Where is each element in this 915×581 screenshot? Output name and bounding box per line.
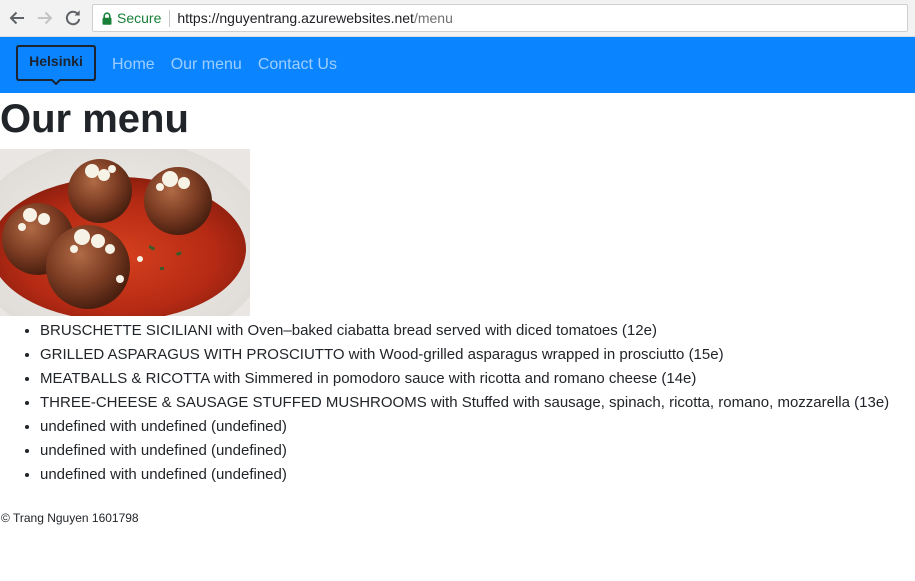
back-button[interactable] <box>6 7 28 29</box>
brand-name: Helsinki <box>29 53 83 69</box>
menu-item: GRILLED ASPARAGUS WITH PROSCIUTTO with W… <box>40 343 915 367</box>
nav-link-home[interactable]: Home <box>104 56 163 74</box>
menu-item: THREE-CHEESE & SAUSAGE STUFFED MUSHROOMS… <box>40 391 915 415</box>
url-path: /menu <box>413 10 453 26</box>
menu-list: BRUSCHETTE SICILIANI with Oven–baked cia… <box>0 319 915 487</box>
secure-label: Secure <box>117 10 162 26</box>
url-text[interactable]: https://nguyentrang.azurewebsites.net/me… <box>177 10 453 26</box>
forward-button[interactable] <box>34 7 56 29</box>
copyright-text: © Trang Nguyen 1601798 <box>1 511 139 525</box>
nav-link-contact-us[interactable]: Contact Us <box>250 56 345 74</box>
arrow-left-icon <box>9 11 24 25</box>
menu-item: undefined with undefined (undefined) <box>40 415 915 439</box>
browser-toolbar: Secure https://nguyentrang.azurewebsites… <box>0 0 915 37</box>
meatballs-photo <box>0 149 250 316</box>
site-navbar: Helsinki Home Our menu Contact Us <box>0 37 915 93</box>
menu-item: BRUSCHETTE SICILIANI with Oven–baked cia… <box>40 319 915 343</box>
reload-button[interactable] <box>62 7 84 29</box>
reload-icon <box>65 10 81 26</box>
nav-link-our-menu[interactable]: Our menu <box>163 56 250 74</box>
main-content: Our menu • BRUSCHETTE SICILIANI with Ove… <box>0 95 915 487</box>
address-divider <box>169 9 171 27</box>
lock-icon <box>102 11 112 25</box>
address-bar[interactable]: Secure https://nguyentrang.azurewebsites… <box>92 4 908 32</box>
menu-item: undefined with undefined (undefined) <box>40 439 915 463</box>
url-host: https://nguyentrang.azurewebsites.net <box>177 10 414 26</box>
brand-logo[interactable]: Helsinki <box>16 45 96 85</box>
footer: © Trang Nguyen 1601798 <box>0 511 915 525</box>
menu-item: MEATBALLS & RICOTTA with Simmered in pom… <box>40 367 915 391</box>
page-title: Our menu <box>0 97 189 141</box>
menu-item: undefined with undefined (undefined) <box>40 463 915 487</box>
arrow-right-icon <box>38 11 53 25</box>
